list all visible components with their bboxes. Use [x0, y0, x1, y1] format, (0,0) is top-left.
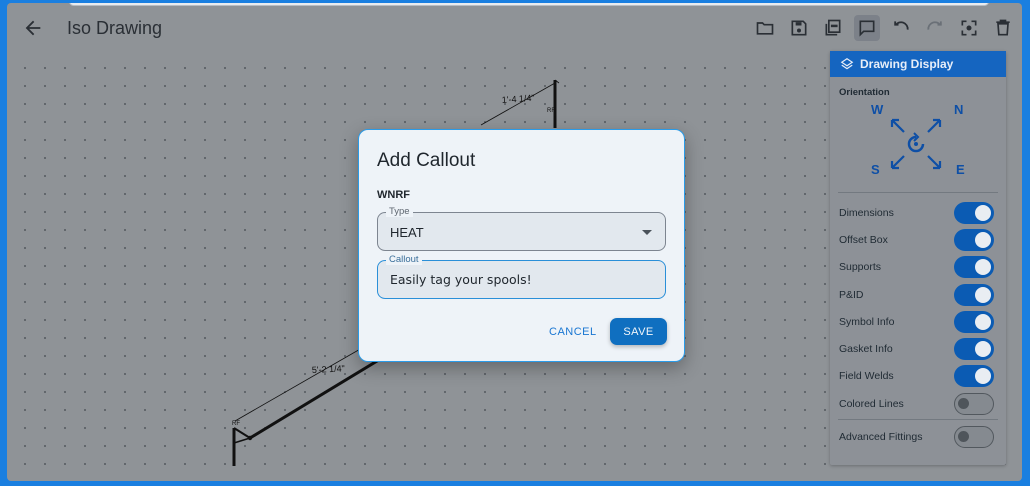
arrow-left-icon — [25, 20, 41, 36]
type-label: Type — [386, 206, 413, 217]
toggle-row: Gasket Info — [830, 335, 1006, 362]
callout-label: Callout — [386, 254, 422, 265]
toggle-label: Dimensions — [839, 206, 894, 219]
fit-screen-button[interactable] — [956, 15, 982, 41]
pipe-flange — [233, 437, 251, 444]
dialog-subtitle: WNRF — [377, 189, 410, 201]
compass-w[interactable]: W — [871, 102, 883, 117]
type-select[interactable]: Type HEAT — [377, 206, 666, 251]
open-button[interactable] — [752, 15, 778, 41]
callout-value[interactable]: Easily tag your spools! — [390, 272, 532, 287]
toggle-list: Dimensions Offset Box Supports P&ID Symbol I… — [830, 193, 1006, 417]
compass-s[interactable]: S — [871, 162, 880, 177]
type-value: HEAT — [390, 225, 424, 240]
add-callout-dialog: Add Callout WNRF Type HEAT Callout Easil… — [358, 129, 685, 362]
toggle-knob — [975, 259, 991, 276]
toggle-switch[interactable] — [954, 310, 994, 333]
delete-icon — [996, 19, 1010, 36]
dialog-title: Add Callout — [377, 150, 476, 171]
compass-n[interactable]: N — [954, 102, 963, 117]
rf-marker-top: RF — [547, 108, 555, 114]
toggle-switch[interactable] — [954, 228, 994, 251]
save-button[interactable]: SAVE — [610, 318, 667, 345]
save-drawing-button[interactable] — [786, 15, 812, 41]
toggle-switch[interactable] — [954, 283, 994, 306]
toggle-switch[interactable] — [954, 201, 994, 224]
dimension-line — [480, 82, 556, 126]
toggle-label: Supports — [839, 261, 882, 274]
folder-icon — [756, 22, 774, 35]
export-pdf-button[interactable] — [820, 15, 846, 41]
rf-marker-bottom: RF — [232, 421, 240, 427]
toggle-row: Offset Box — [830, 226, 1006, 253]
undo-icon — [894, 21, 909, 30]
compass-e[interactable]: E — [956, 162, 965, 177]
panel-title: Drawing Display — [860, 57, 954, 71]
comment-icon — [859, 20, 875, 37]
toggle-row: P&ID — [830, 281, 1006, 308]
dropdown-caret-icon — [642, 230, 652, 235]
fit-screen-icon — [961, 20, 977, 36]
pdf-icon — [825, 19, 841, 36]
dimension-label-bottom: 5'-2 1/4" — [312, 363, 345, 375]
rotate-compass-icon[interactable] — [880, 116, 952, 172]
advanced-fittings-switch[interactable] — [954, 426, 994, 449]
redo-icon — [927, 21, 942, 30]
toggle-label: Offset Box — [839, 233, 888, 246]
toggle-switch[interactable] — [954, 392, 994, 415]
toggle-row-advanced-fittings: Advanced Fittings — [830, 423, 1006, 450]
toggle-switch[interactable] — [954, 256, 994, 279]
back-button[interactable] — [22, 17, 44, 39]
toggle-label: Field Welds — [839, 370, 894, 383]
toggle-row: Symbol Info — [830, 308, 1006, 335]
drawing-display-panel: Drawing Display Orientation W N S E Dime — [830, 51, 1006, 465]
toggle-label: P&ID — [839, 288, 864, 301]
undo-button[interactable] — [888, 15, 914, 41]
toggle-label: Colored Lines — [839, 397, 904, 410]
panel-divider — [838, 419, 998, 421]
orientation-label: Orientation — [839, 87, 890, 98]
layers-icon — [840, 58, 854, 70]
orientation-compass[interactable]: W N S E — [830, 98, 1006, 192]
cancel-button[interactable]: CANCEL — [549, 326, 597, 338]
toggle-knob — [975, 204, 991, 221]
toggle-row: Colored Lines — [830, 390, 1006, 417]
add-callout-button[interactable] — [854, 15, 880, 41]
dimension-label-top: 1'-4 1/4" — [501, 93, 535, 105]
delete-button[interactable] — [990, 15, 1016, 41]
toggle-knob — [975, 313, 991, 330]
callout-input[interactable]: Callout Easily tag your spools! — [377, 254, 666, 299]
pipe-elbow — [233, 427, 251, 439]
save-icon — [791, 20, 807, 36]
toggle-switch[interactable] — [954, 365, 994, 388]
page-title: Iso Drawing — [67, 18, 163, 38]
toggle-knob — [975, 231, 991, 248]
app-bar: Iso Drawing — [7, 3, 1022, 55]
toggle-label: Advanced Fittings — [839, 431, 923, 444]
panel-header: Drawing Display — [830, 51, 1006, 77]
app-window: 1'-4 1/4" RF 5'-2 1/4" RF Iso Drawing Dr… — [7, 3, 1022, 481]
toggle-row: Field Welds — [830, 363, 1006, 390]
redo-button[interactable] — [922, 15, 948, 41]
toolbar — [752, 15, 1016, 41]
toggle-label: Symbol Info — [839, 315, 895, 328]
toggle-row: Dimensions — [830, 199, 1006, 226]
toggle-knob — [975, 286, 991, 303]
toggle-label: Gasket Info — [839, 343, 893, 356]
toggle-switch[interactable] — [954, 338, 994, 361]
toggle-knob — [975, 368, 991, 385]
toggle-knob — [958, 397, 969, 409]
toggle-row: Supports — [830, 254, 1006, 281]
toggle-knob — [975, 341, 991, 358]
